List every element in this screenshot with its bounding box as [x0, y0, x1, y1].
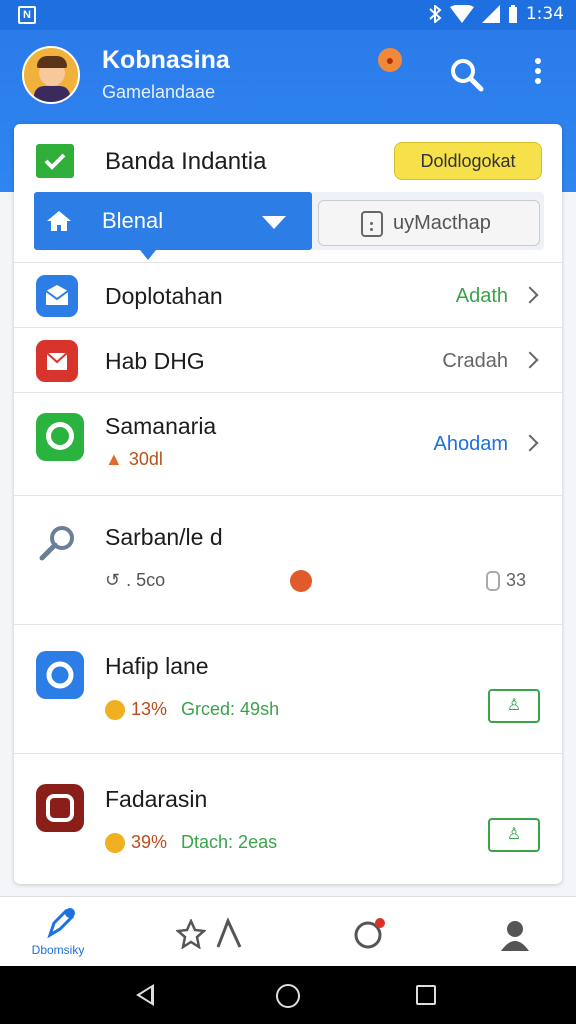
more-options-icon[interactable] [526, 54, 550, 94]
nav-item-favorites[interactable] [172, 907, 252, 957]
phone-icon [361, 211, 383, 237]
bluetooth-icon [429, 5, 442, 23]
inbox-app-icon [36, 340, 78, 382]
smiley-icon [105, 832, 125, 853]
person-icon [501, 921, 529, 951]
list-item[interactable]: Fadarasin 39% Dtach: 2eas ♙ [14, 753, 562, 884]
list-item[interactable]: Doplotahan Adath [14, 262, 562, 327]
flame-icon: ▲ [105, 449, 123, 469]
home-icon [47, 211, 71, 231]
nav-item-home[interactable]: Dbomsiky [18, 907, 98, 957]
star-icon [176, 919, 206, 949]
system-navigation-bar [0, 966, 576, 1024]
item-meta: 13% Grced: 49sh [105, 699, 279, 720]
wrench-icon: ↺ [105, 570, 121, 590]
item-name: Hafip lane [105, 653, 209, 679]
nav-item-messages[interactable] [348, 907, 398, 957]
item-name: Doplotahan [105, 283, 223, 309]
status-icons: 1:34 [428, 4, 564, 24]
filter-bar: Blenal uyMacthap [34, 192, 544, 260]
recent-apps-icon[interactable] [416, 985, 436, 1005]
chevron-right-icon [521, 351, 539, 369]
status-badge[interactable]: Doldlogokat [394, 142, 542, 180]
item-meta: 39% Dtach: 2eas [105, 832, 277, 853]
card-header: Banda Indantia Doldlogokat [14, 124, 562, 194]
item-name: Fadarasin [105, 786, 208, 812]
row-action-button[interactable]: ♙ [488, 818, 540, 852]
signal-icon [481, 5, 500, 23]
list-item[interactable]: Samanaria ▲ 30dl Ahodam [14, 392, 562, 495]
search-key-icon [39, 526, 74, 561]
alert-icon [290, 570, 312, 592]
nav-label: Dbomsiky [31, 943, 85, 957]
chat-icon [354, 918, 385, 949]
secondary-button-label: uyMacthap [393, 212, 491, 234]
item-count: 33 [486, 570, 526, 591]
item-name: Samanaria [105, 413, 217, 439]
back-icon[interactable] [136, 984, 154, 1006]
item-name: Sarban/le d [105, 524, 223, 550]
list-item[interactable]: Sarban/le d ↺ . 5co 33 [14, 495, 562, 624]
item-action[interactable]: Ahodam [434, 433, 509, 456]
notification-icon: N [18, 6, 36, 24]
status-bar: N 1:34 [0, 0, 576, 30]
item-meta: ↺ . 5co [105, 570, 166, 590]
chat-app-icon [36, 413, 84, 461]
wifi-icon [449, 5, 474, 23]
category-dropdown[interactable]: Blenal [34, 192, 312, 260]
main-card: Banda Indantia Doldlogokat Blenal uyMact… [14, 124, 562, 884]
chevron-down-icon [262, 216, 286, 229]
row-action-button[interactable]: ♙ [488, 689, 540, 723]
item-action[interactable]: Cradah [442, 350, 508, 373]
battery-icon [508, 5, 517, 23]
chevron-right-icon [521, 286, 539, 304]
checkbox-checked[interactable] [36, 144, 74, 178]
chevron-right-icon [521, 434, 539, 452]
clock: 1:34 [525, 4, 564, 24]
edit-icon [47, 908, 75, 939]
search-icon[interactable] [446, 54, 486, 94]
app-subtitle: Gamelandaae [102, 82, 216, 102]
smiley-icon [105, 699, 125, 720]
app-title: Kobnasina [102, 46, 230, 74]
item-meta: ▲ 30dl [105, 449, 163, 469]
card-title: Banda Indantia [105, 148, 267, 175]
mail-app-icon [36, 275, 78, 317]
angry-face-icon: ● [378, 48, 402, 72]
bottom-navigation: Dbomsiky [0, 896, 576, 966]
secondary-button[interactable]: uyMacthap [318, 200, 540, 246]
list-item[interactable]: Hafip lane 13% Grced: 49sh ♙ [14, 624, 562, 753]
item-name: Hab DHG [105, 348, 205, 374]
sync-app-icon [36, 651, 84, 699]
media-app-icon [36, 784, 84, 832]
list-item[interactable]: Hab DHG Cradah [14, 327, 562, 392]
item-action[interactable]: Adath [456, 285, 508, 308]
nav-item-profile[interactable] [496, 907, 536, 957]
home-circle-icon[interactable] [276, 984, 300, 1008]
cylinder-icon [486, 570, 500, 591]
dropdown-label: Blenal [102, 208, 164, 233]
flag-icon [216, 917, 242, 948]
avatar[interactable] [22, 46, 80, 104]
